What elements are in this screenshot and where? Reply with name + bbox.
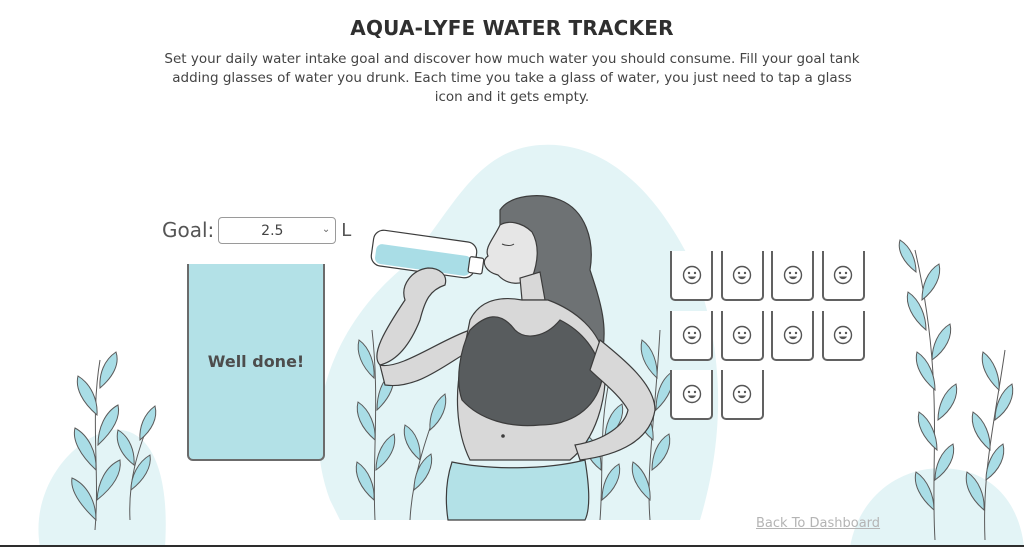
goal-select-value: 2.5 bbox=[261, 222, 284, 239]
smiley-face-icon bbox=[682, 384, 701, 404]
water-glass[interactable] bbox=[821, 310, 865, 361]
water-glass[interactable] bbox=[720, 310, 764, 361]
goal-label: Goal: bbox=[162, 218, 215, 242]
back-to-dashboard-link[interactable]: Back To Dashboard bbox=[756, 516, 880, 531]
smiley-face-icon bbox=[732, 325, 752, 344]
water-glass[interactable] bbox=[670, 370, 713, 420]
chevron-down-icon: ⌄ bbox=[321, 223, 331, 235]
water-glass[interactable] bbox=[670, 251, 713, 301]
goal-select[interactable]: 2.5 ⌄ bbox=[218, 216, 337, 244]
water-glass[interactable] bbox=[720, 251, 764, 301]
water-glass[interactable] bbox=[670, 310, 713, 361]
page-title: AQUA-LYFE WATER TRACKER bbox=[350, 16, 674, 40]
smiley-face-icon bbox=[783, 325, 802, 344]
smiley-face-icon bbox=[833, 265, 853, 285]
smiley-face-icon bbox=[732, 265, 752, 285]
page-description: Set your daily water intake goal and dis… bbox=[164, 51, 860, 105]
water-glass[interactable] bbox=[771, 310, 814, 361]
pants bbox=[445, 459, 590, 521]
water-tracker-page: AQUA-LYFE WATER TRACKER Set your daily w… bbox=[0, 0, 1024, 547]
goal-tank: Well done! bbox=[187, 264, 325, 461]
water-glass[interactable] bbox=[771, 251, 814, 301]
tank-status-message: Well done! bbox=[207, 352, 305, 371]
smiley-face-icon bbox=[833, 325, 853, 344]
smiley-face-icon bbox=[682, 265, 701, 285]
goal-row: Goal: 2.5 ⌄ L bbox=[162, 215, 351, 245]
goal-unit: L bbox=[341, 219, 352, 241]
water-glass[interactable] bbox=[720, 370, 764, 420]
smiley-face-icon bbox=[682, 325, 701, 344]
smiley-face-icon bbox=[783, 265, 802, 285]
background-blob-right bbox=[850, 468, 1024, 547]
smiley-face-icon bbox=[732, 384, 752, 404]
water-glass[interactable] bbox=[821, 251, 865, 301]
